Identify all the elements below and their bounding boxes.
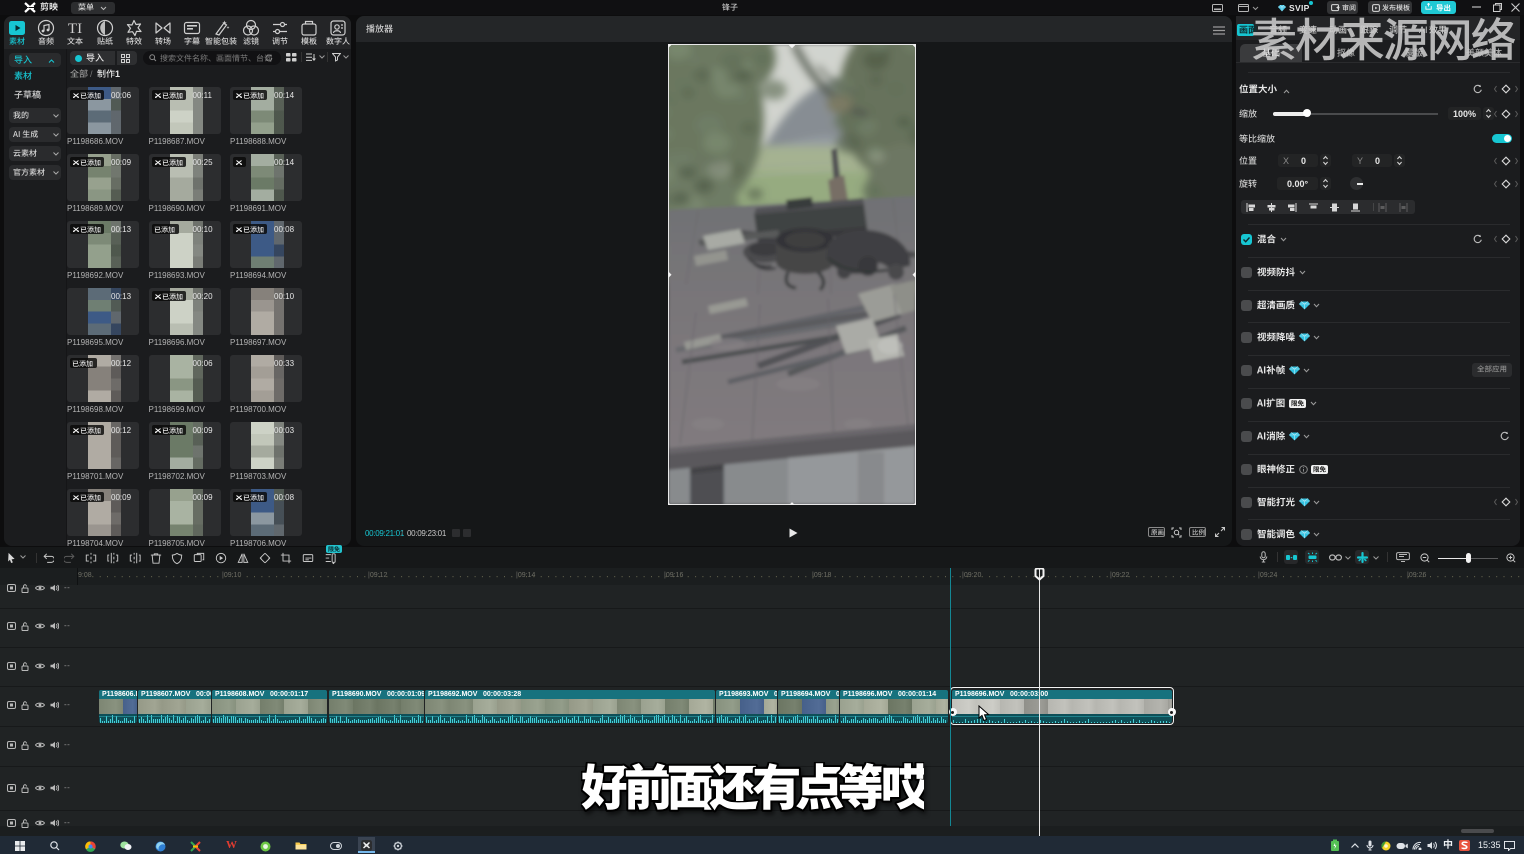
svg-text:TI: TI [68,21,82,37]
